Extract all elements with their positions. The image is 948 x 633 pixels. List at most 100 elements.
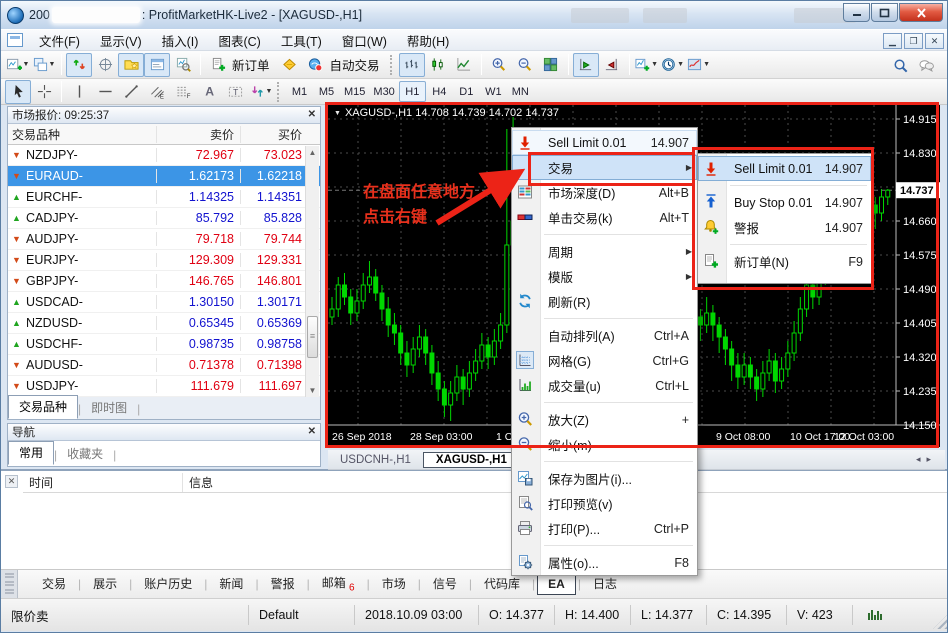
timeframe-W1[interactable]: W1 <box>480 81 507 102</box>
resize-grip[interactable] <box>933 615 947 629</box>
menu-帮助(H)[interactable]: 帮助(H) <box>397 29 459 52</box>
context-menu-item-放大(Z)[interactable]: 放大(Z)+ <box>512 407 697 432</box>
trade-submenu-item-新订单(N)[interactable]: 新订单(N)F9 <box>698 249 871 274</box>
symbol-row-USDCAD-[interactable]: ▲USDCAD-1.301501.30171 <box>8 292 320 313</box>
shapes-button[interactable]: ▼ <box>248 80 274 104</box>
channel-button[interactable]: E <box>144 80 170 104</box>
dropdown-arrow-icon[interactable]: ▼ <box>23 61 30 68</box>
context-menu-item-Sell Limit 0.01[interactable]: Sell Limit 0.0114.907 <box>512 130 697 155</box>
bottom-tab-市场[interactable]: 市场 <box>372 572 416 595</box>
tester-button[interactable] <box>170 53 196 77</box>
symbol-row-EURAUD-[interactable]: ▼EURAUD-1.621731.62218 <box>8 166 320 187</box>
context-menu-item-保存为图片(i)...[interactable]: 保存为图片(i)... <box>512 466 697 491</box>
market-watch-tab-交易品种[interactable]: 交易品种 <box>8 395 78 419</box>
terminal-button[interactable] <box>144 53 170 77</box>
menu-插入(I)[interactable]: 插入(I) <box>152 29 209 52</box>
context-menu-item-周期[interactable]: 周期▶ <box>512 239 697 264</box>
mdi-restore-button[interactable]: ❐ <box>904 33 923 49</box>
context-menu-item-成交量(u)[interactable]: 成交量(u)Ctrl+L <box>512 373 697 398</box>
trade-submenu-item-警报[interactable]: 警报14.907 <box>698 215 871 240</box>
context-menu-item-网格(G)[interactable]: 网格(G)Ctrl+G <box>512 348 697 373</box>
chart-tab-USDCNH-,H1[interactable]: USDCNH-,H1 <box>328 453 423 467</box>
context-menu-item-打印预览(v)[interactable]: 打印预览(v) <box>512 491 697 516</box>
bottom-tab-展示[interactable]: 展示 <box>83 572 127 595</box>
context-menu-item-刷新(R)[interactable]: 刷新(R) <box>512 289 697 314</box>
zoom-out-button[interactable] <box>512 53 538 77</box>
timeframe-M30[interactable]: M30 <box>369 81 398 102</box>
docked-tab-grip[interactable] <box>1 570 18 598</box>
vline-button[interactable] <box>66 80 92 104</box>
symbol-row-NZDUSD-[interactable]: ▲NZDUSD-0.653450.65369 <box>8 313 320 334</box>
new-chart-button[interactable]: ▼ <box>5 53 31 77</box>
fibonacci-button[interactable]: F <box>170 80 196 104</box>
metaeditor-button[interactable] <box>277 53 303 77</box>
scrollbar-thumb[interactable] <box>307 316 318 358</box>
symbol-row-GBPJPY-[interactable]: ▼GBPJPY-146.765146.801 <box>8 271 320 292</box>
timeframe-H4[interactable]: H4 <box>426 81 453 102</box>
close-icon[interactable]: ✕ <box>308 427 316 437</box>
templates-button[interactable]: ▼ <box>686 53 712 77</box>
close-icon[interactable]: ✕ <box>5 475 18 488</box>
bottom-tab-警报[interactable]: 警报 <box>261 572 305 595</box>
column-header-bid[interactable]: 卖价 <box>156 126 240 143</box>
column-header-ask[interactable]: 买价 <box>240 126 306 143</box>
chat-button[interactable] <box>913 53 939 77</box>
terminal-column-time[interactable]: 时间 <box>23 473 183 492</box>
trade-submenu-item-Sell Limit 0.01[interactable]: Sell Limit 0.0114.907 <box>698 156 871 181</box>
timeframe-MN[interactable]: MN <box>507 81 534 102</box>
zoom-in-button[interactable] <box>486 53 512 77</box>
timeframe-H1[interactable]: H1 <box>399 81 426 102</box>
bottom-tab-EA[interactable]: EA <box>537 573 576 595</box>
mdi-close-button[interactable]: ✕ <box>925 33 944 49</box>
label-button[interactable]: T <box>222 80 248 104</box>
chart-candles-button[interactable] <box>425 53 451 77</box>
menu-文件(F)[interactable]: 文件(F) <box>29 29 90 52</box>
context-menu-item-打印(P)...[interactable]: 打印(P)...Ctrl+P <box>512 516 697 541</box>
market-watch-button[interactable] <box>66 53 92 77</box>
dropdown-arrow-icon[interactable]: ▼ <box>651 61 658 68</box>
auto-scroll-button[interactable] <box>573 53 599 77</box>
menu-显示(V)[interactable]: 显示(V) <box>90 29 152 52</box>
navigator-tab-收藏夹[interactable]: 收藏夹 <box>57 443 113 465</box>
market-watch-scrollbar[interactable]: ▲ ▼ <box>305 146 319 397</box>
symbol-row-USDCHF-[interactable]: ▲USDCHF-0.987350.98758 <box>8 334 320 355</box>
data-window-button[interactable] <box>92 53 118 77</box>
bottom-tab-新闻[interactable]: 新闻 <box>209 572 253 595</box>
scroll-up-icon[interactable]: ▲ <box>306 146 319 159</box>
autotrade-label[interactable]: 自动交易 <box>330 55 380 74</box>
dropdown-arrow-icon[interactable]: ▼ <box>266 88 273 95</box>
bottom-tab-信号[interactable]: 信号 <box>423 572 467 595</box>
crosshair-button[interactable] <box>31 80 57 104</box>
menu-工具(T)[interactable]: 工具(T) <box>271 29 332 52</box>
profiles-button[interactable]: ▼ <box>31 53 57 77</box>
cursor-button[interactable] <box>5 80 31 104</box>
terminal-column-message[interactable]: 信息 <box>183 473 551 492</box>
trade-submenu-item-Buy Stop 0.01[interactable]: Buy Stop 0.0114.907 <box>698 190 871 215</box>
navigator-button[interactable] <box>118 53 144 77</box>
bottom-tab-账户历史[interactable]: 账户历史 <box>134 572 202 595</box>
context-menu-item-缩小(m)[interactable]: 缩小(m)- <box>512 432 697 457</box>
dropdown-arrow-icon[interactable]: ▼ <box>49 61 56 68</box>
symbol-row-EURCHF-[interactable]: ▲EURCHF-1.143251.14351 <box>8 187 320 208</box>
context-menu-item-市场深度(D)[interactable]: 市场深度(D)Alt+B <box>512 180 697 205</box>
context-menu-item-交易[interactable]: 交易▶ <box>512 155 697 180</box>
symbol-row-NZDJPY-[interactable]: ▼NZDJPY-72.96773.023 <box>8 145 320 166</box>
context-menu-item-模版[interactable]: 模版▶ <box>512 264 697 289</box>
restore-button[interactable] <box>871 3 898 22</box>
new-order-button[interactable] <box>205 53 231 77</box>
symbol-row-EURJPY-[interactable]: ▼EURJPY-129.309129.331 <box>8 250 320 271</box>
chart-tab-XAGUSD-,H1[interactable]: XAGUSD-,H1 <box>423 452 520 468</box>
chart-shift-button[interactable] <box>599 53 625 77</box>
new-order-label[interactable]: 新订单 <box>232 55 270 74</box>
close-icon[interactable]: ✕ <box>308 110 316 120</box>
symbol-row-AUDUSD-[interactable]: ▼AUDUSD-0.713780.71398 <box>8 355 320 376</box>
timeframe-M1[interactable]: M1 <box>286 81 313 102</box>
menu-图表(C)[interactable]: 图表(C) <box>208 29 270 52</box>
text-button[interactable]: A <box>196 80 222 104</box>
bottom-tab-邮箱[interactable]: 邮箱 6 <box>312 571 365 596</box>
timeframe-D1[interactable]: D1 <box>453 81 480 102</box>
scroll-down-icon[interactable]: ▼ <box>306 384 319 397</box>
tab-scroll-arrows[interactable]: ◂▸ <box>916 454 945 465</box>
market-watch-tab-即时图[interactable]: 即时图 <box>81 397 137 419</box>
close-button[interactable] <box>899 3 943 22</box>
